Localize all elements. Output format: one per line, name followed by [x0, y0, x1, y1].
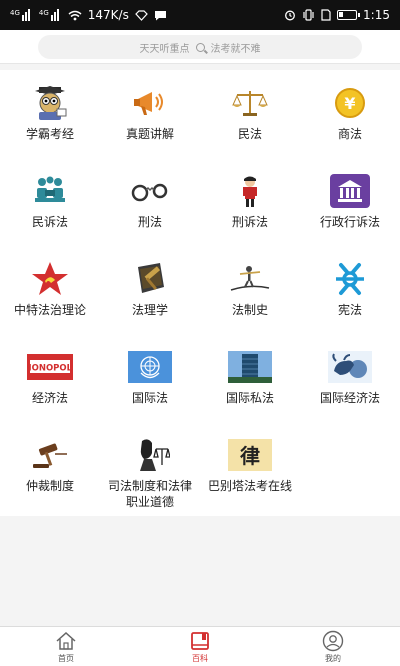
category-xingfa[interactable]: 刑法	[100, 158, 200, 248]
sim-icon	[321, 9, 331, 21]
category-label: 国际经济法	[319, 391, 380, 405]
svg-text:MONOPOLY: MONOPOLY	[27, 364, 73, 374]
signal-icon-2: 4G	[39, 9, 62, 21]
justice-bust-icon	[130, 436, 170, 474]
search-bar: 天天听重点 法考就不难	[0, 30, 400, 64]
megaphone-icon	[130, 84, 170, 122]
category-guoji-sifa[interactable]: 国际私法	[200, 334, 300, 424]
law-book-gavel-icon	[130, 260, 170, 298]
tab-home[interactable]: 首页	[36, 629, 96, 664]
network-speed: 147K/s	[87, 8, 129, 22]
meeting-icon	[30, 172, 70, 210]
category-xianfa[interactable]: 宪法	[300, 246, 400, 336]
scales-icon	[230, 84, 270, 122]
book-icon	[191, 632, 209, 650]
bull-globe-icon	[328, 348, 372, 386]
tab-profile-label: 我的	[325, 654, 341, 663]
gavel-icon	[30, 436, 70, 474]
category-shangfa[interactable]: ¥ 商法	[300, 70, 400, 160]
category-falixue[interactable]: 法理学	[100, 246, 200, 336]
category-xingsufa[interactable]: 刑诉法	[200, 158, 300, 248]
constitution-emblem-icon	[330, 260, 370, 298]
diamond-icon	[135, 9, 148, 21]
category-minsufa[interactable]: 民诉法	[0, 158, 100, 248]
search-input[interactable]: 天天听重点 法考就不难	[38, 35, 362, 59]
user-icon	[322, 630, 344, 652]
category-zhenti-jiangjie[interactable]: 真题讲解	[100, 70, 200, 160]
category-guoji-jingjifa[interactable]: 国际经济法	[300, 334, 400, 424]
category-label: 刑诉法	[231, 215, 268, 229]
category-label: 中特法治理论	[13, 303, 86, 317]
category-label: 司法制度和法律 职业道德	[107, 479, 192, 509]
un-flag-icon	[128, 348, 172, 386]
babel-logo-icon: 律	[228, 436, 272, 474]
category-label: 法制史	[231, 303, 268, 317]
category-zhongcai-zhidu[interactable]: 仲裁制度	[0, 422, 100, 512]
category-label: 学霸考经	[25, 127, 74, 141]
category-grid: 学霸考经 真题讲解 民法 ¥ 商法 民诉法 刑法 刑诉法 行政行诉法 中特法治理…	[0, 70, 400, 516]
status-right: 1:15	[284, 8, 390, 22]
wifi-icon	[68, 10, 82, 20]
category-label: 宪法	[337, 303, 362, 317]
category-label: 商法	[337, 127, 362, 141]
court-building-icon	[330, 172, 370, 210]
vibrate-icon	[303, 9, 314, 21]
category-babieta-fakao-zaixian[interactable]: 律 巴别塔法考在线	[200, 422, 300, 512]
category-xueba-kaojing[interactable]: 学霸考经	[0, 70, 100, 160]
un-building-photo-icon	[228, 348, 272, 386]
category-label: 巴别塔法考在线	[207, 479, 292, 493]
category-label: 行政行诉法	[319, 215, 380, 229]
tab-encyclopedia-label: 百科	[192, 654, 208, 663]
category-label: 刑法	[137, 215, 162, 229]
category-label: 法理学	[131, 303, 168, 317]
category-label: 经济法	[31, 391, 68, 405]
tightrope-walker-icon	[230, 260, 270, 298]
category-minfa[interactable]: 民法	[200, 70, 300, 160]
battery-icon	[337, 10, 361, 20]
category-label: 国际法	[131, 391, 168, 405]
svg-text:律: 律	[240, 444, 260, 468]
tab-encyclopedia[interactable]: 百科	[170, 629, 230, 664]
signal-icon-1: 4G	[10, 9, 33, 21]
status-left: 4G 4G 147K/s	[10, 8, 167, 22]
scholar-owl-icon	[30, 84, 70, 122]
clock: 1:15	[363, 8, 390, 22]
home-icon	[56, 631, 76, 650]
red-star-icon	[30, 260, 70, 298]
tab-profile[interactable]: 我的	[303, 629, 363, 664]
status-bar: 4G 4G 147K/s 1:15	[0, 0, 400, 30]
chat-icon	[154, 10, 166, 20]
category-label: 仲裁制度	[25, 479, 74, 493]
category-jingjifa[interactable]: MONOPOLY 经济法	[0, 334, 100, 424]
category-label: 国际私法	[225, 391, 274, 405]
monopoly-logo-icon: MONOPOLY	[27, 348, 73, 386]
category-sifa-zhidu-falv-zhiye-daode[interactable]: 司法制度和法律 职业道德	[100, 422, 200, 512]
bottom-tab-bar: 首页 百科 我的	[0, 626, 400, 666]
category-fazhishi[interactable]: 法制史	[200, 246, 300, 336]
category-label: 真题讲解	[125, 127, 174, 141]
police-figure-icon	[230, 172, 270, 210]
search-hint-left: 天天听重点	[139, 43, 190, 55]
svg-text:¥: ¥	[344, 94, 355, 113]
tab-home-label: 首页	[58, 654, 74, 663]
category-label: 民诉法	[31, 215, 68, 229]
search-icon	[195, 42, 205, 52]
yen-coin-icon: ¥	[330, 84, 370, 122]
category-zhongte-fazhi-lilun[interactable]: 中特法治理论	[0, 246, 100, 336]
category-xingzheng-xingsufa[interactable]: 行政行诉法	[300, 158, 400, 248]
alarm-icon	[285, 10, 295, 21]
category-guojifa[interactable]: 国际法	[100, 334, 200, 424]
category-label: 民法	[237, 127, 262, 141]
search-hint-right: 法考就不难	[210, 43, 261, 55]
handcuffs-icon	[130, 172, 170, 210]
